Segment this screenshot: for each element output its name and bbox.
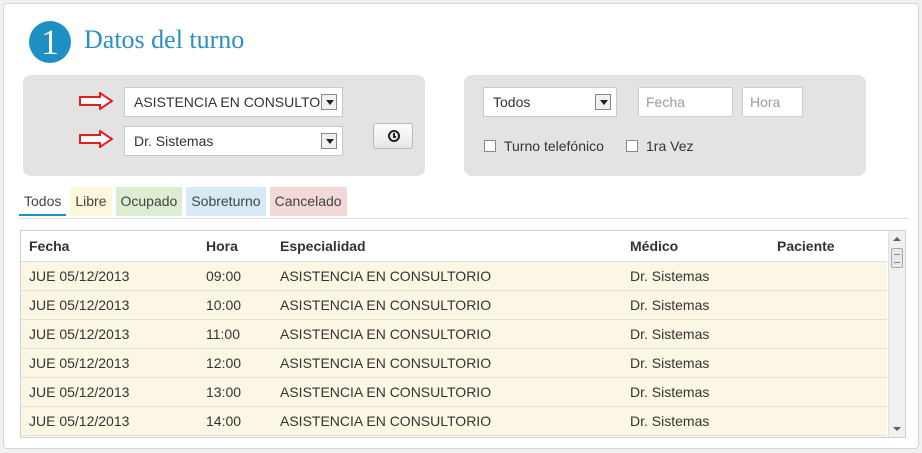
appointments-table: Fecha Hora Especialidad Médico Paciente … bbox=[20, 230, 906, 438]
table-row[interactable]: JUE 05/12/2013 11:00 ASISTENCIA EN CONSU… bbox=[21, 320, 887, 349]
red-arrow-right-icon bbox=[79, 92, 113, 110]
time-input-placeholder: Hora bbox=[750, 94, 781, 110]
schedule-button[interactable] bbox=[373, 123, 413, 149]
status-select[interactable]: Todos bbox=[483, 87, 617, 117]
clock-icon bbox=[388, 130, 400, 142]
column-header-especialidad[interactable]: Especialidad bbox=[280, 231, 366, 262]
specialty-select[interactable]: ASISTENCIA EN CONSULTO bbox=[124, 87, 343, 117]
cell-hora: 11:00 bbox=[206, 326, 240, 342]
appointment-card: 1 Datos del turno ASISTENCIA EN CONSULTO… bbox=[3, 3, 919, 449]
cell-fecha: JUE 05/12/2013 bbox=[29, 384, 130, 400]
status-select-value: Todos bbox=[493, 94, 531, 110]
cell-hora: 12:00 bbox=[206, 355, 242, 371]
page-title: Datos del turno bbox=[84, 25, 245, 54]
cell-especialidad: ASISTENCIA EN CONSULTORIO bbox=[280, 268, 492, 284]
cell-especialidad: ASISTENCIA EN CONSULTORIO bbox=[280, 297, 492, 313]
scrollbar-thumb[interactable] bbox=[891, 248, 903, 268]
cell-hora: 10:00 bbox=[206, 297, 242, 313]
table-row[interactable]: JUE 05/12/2013 13:00 ASISTENCIA EN CONSU… bbox=[21, 378, 887, 407]
column-header-hora[interactable]: Hora bbox=[206, 231, 238, 262]
tab-libre[interactable]: Libre bbox=[70, 187, 112, 216]
column-header-paciente[interactable]: Paciente bbox=[777, 231, 835, 262]
cell-hora: 09:00 bbox=[206, 268, 242, 284]
cell-medico: Dr. Sistemas bbox=[630, 384, 710, 400]
chevron-down-icon[interactable] bbox=[321, 133, 337, 149]
red-arrow-right-icon bbox=[79, 130, 113, 148]
doctor-select[interactable]: Dr. Sistemas bbox=[124, 126, 343, 156]
filters-left-panel: ASISTENCIA EN CONSULTO Dr. Sistemas bbox=[23, 75, 425, 176]
cell-medico: Dr. Sistemas bbox=[630, 268, 710, 284]
specialty-select-value: ASISTENCIA EN CONSULTO bbox=[134, 94, 321, 110]
doctor-select-value: Dr. Sistemas bbox=[134, 133, 214, 149]
cell-medico: Dr. Sistemas bbox=[630, 355, 710, 371]
cell-hora: 13:00 bbox=[206, 384, 242, 400]
checkbox-box[interactable] bbox=[626, 140, 638, 152]
chevron-down-icon[interactable] bbox=[595, 94, 611, 110]
tab-todos[interactable]: Todos bbox=[19, 187, 67, 216]
status-tabs: Todos Libre Ocupado Sobreturno Cancelado bbox=[19, 187, 351, 219]
column-header-fecha[interactable]: Fecha bbox=[29, 231, 69, 262]
tab-cancelado[interactable]: Cancelado bbox=[269, 187, 347, 216]
table-row[interactable]: JUE 05/12/2013 10:00 ASISTENCIA EN CONSU… bbox=[21, 291, 887, 320]
date-input-placeholder: Fecha bbox=[646, 94, 685, 110]
date-input[interactable]: Fecha bbox=[638, 87, 733, 117]
table-header: Fecha Hora Especialidad Médico Paciente bbox=[21, 231, 887, 262]
checkbox-box[interactable] bbox=[484, 140, 496, 152]
phone-appointment-label: Turno telefónico bbox=[504, 138, 604, 154]
scroll-up-icon[interactable] bbox=[889, 231, 905, 247]
cell-medico: Dr. Sistemas bbox=[630, 297, 710, 313]
cell-fecha: JUE 05/12/2013 bbox=[29, 297, 130, 313]
table-row[interactable]: JUE 05/12/2013 14:00 ASISTENCIA EN CONSU… bbox=[21, 407, 887, 436]
cell-fecha: JUE 05/12/2013 bbox=[29, 268, 130, 284]
cell-hora: 14:00 bbox=[206, 413, 242, 429]
cell-fecha: JUE 05/12/2013 bbox=[29, 326, 130, 342]
tabs-divider bbox=[19, 218, 908, 219]
cell-fecha: JUE 05/12/2013 bbox=[29, 413, 130, 429]
scroll-down-icon[interactable] bbox=[889, 421, 905, 437]
phone-appointment-checkbox[interactable]: Turno telefónico bbox=[484, 137, 604, 155]
first-visit-label: 1ra Vez bbox=[646, 138, 694, 154]
first-visit-checkbox[interactable]: 1ra Vez bbox=[626, 137, 693, 155]
cell-medico: Dr. Sistemas bbox=[630, 413, 710, 429]
tab-sobreturno[interactable]: Sobreturno bbox=[186, 187, 266, 216]
cell-especialidad: ASISTENCIA EN CONSULTORIO bbox=[280, 355, 492, 371]
tab-ocupado[interactable]: Ocupado bbox=[115, 187, 183, 216]
table-row[interactable]: JUE 05/12/2013 12:00 ASISTENCIA EN CONSU… bbox=[21, 349, 887, 378]
chevron-down-icon[interactable] bbox=[321, 94, 337, 110]
cell-fecha: JUE 05/12/2013 bbox=[29, 355, 130, 371]
table-scrollbar[interactable] bbox=[888, 231, 905, 437]
time-input[interactable]: Hora bbox=[742, 87, 803, 117]
cell-especialidad: ASISTENCIA EN CONSULTORIO bbox=[280, 326, 492, 342]
cell-especialidad: ASISTENCIA EN CONSULTORIO bbox=[280, 384, 492, 400]
table-row[interactable]: JUE 05/12/2013 09:00 ASISTENCIA EN CONSU… bbox=[21, 262, 887, 291]
cell-especialidad: ASISTENCIA EN CONSULTORIO bbox=[280, 413, 492, 429]
cell-medico: Dr. Sistemas bbox=[630, 326, 710, 342]
filters-right-panel: Todos Fecha Hora Turno telefónico 1ra Ve… bbox=[464, 75, 866, 176]
step-number-badge: 1 bbox=[29, 21, 71, 63]
column-header-medico[interactable]: Médico bbox=[630, 231, 678, 262]
